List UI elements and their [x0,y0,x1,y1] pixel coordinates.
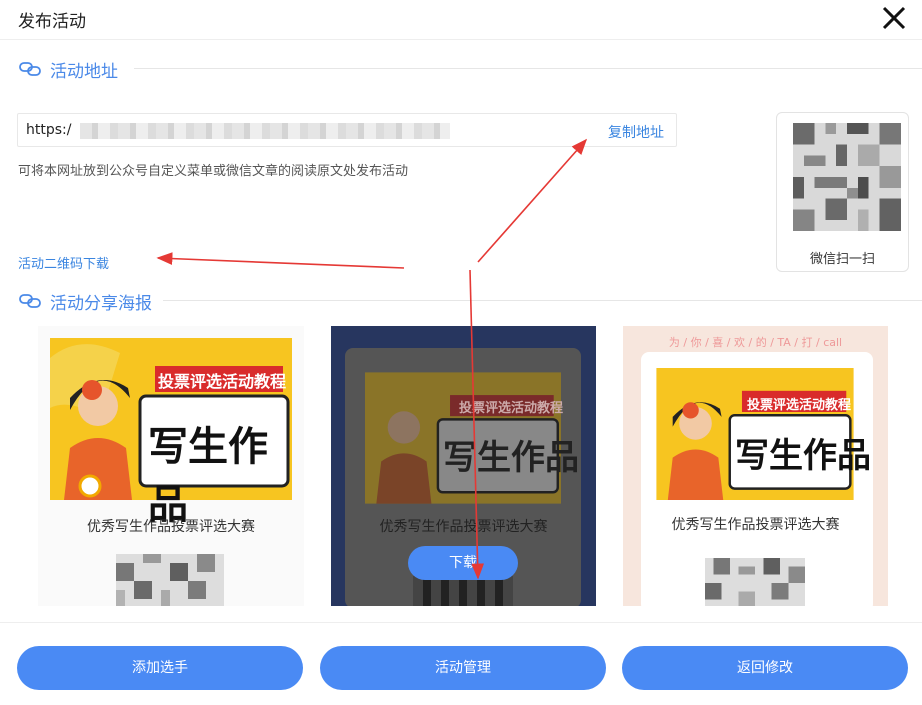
wechat-qr-card: 微信扫一扫 [776,112,909,272]
link-icon [19,294,41,308]
activity-url-field[interactable]: https:/ 复制地址 [17,113,677,147]
qr-download-link[interactable]: 活动二维码下载 [18,253,109,272]
arrow-to-qr-download [156,252,405,269]
dialog-header: 发布活动 [0,0,922,40]
poster-qr-code [705,558,805,606]
link-icon [19,62,41,76]
poster-headline: 写生作品 [148,424,268,528]
poster-section-label: 活动分享海报 [50,293,152,314]
address-hint: 可将本网址放到公众号自定义菜单或微信文章的阅读原文处发布活动 [18,164,409,179]
poster-title: 优秀写生作品投票评选大赛 [87,519,255,535]
url-redacted [80,123,450,139]
poster-card[interactable]: 为 / 你 / 喜 / 欢 / 的 / TA / 打 / call 投票评选活动… [623,326,888,606]
poster-qr-code [413,576,513,606]
dialog-footer: 添加选手 活动管理 返回修改 [0,622,922,705]
poster-section-heading: 活动分享海报 [18,288,922,314]
poster-headline: 写生作品 [443,438,579,478]
add-player-button[interactable]: 添加选手 [17,646,303,690]
poster-banner: 投票评选活动教程 [158,372,287,391]
close-icon[interactable] [878,2,910,34]
arrow-to-copy-address [477,138,588,263]
dialog-title: 发布活动 [18,12,86,32]
url-prefix: https:/ [26,122,72,138]
poster-title: 优秀写生作品投票评选大赛 [379,519,548,535]
poster-banner: 投票评选活动教程 [747,398,852,413]
copy-address-button[interactable]: 复制地址 [608,122,664,142]
poster-title: 优秀写生作品投票评选大赛 [671,517,840,533]
section-divider [134,68,922,69]
poster-headline: 写生作品 [735,436,871,476]
qr-code-image [793,123,901,231]
section-divider [163,300,922,301]
back-edit-button[interactable]: 返回修改 [622,646,908,690]
poster-top-text: 为 / 你 / 喜 / 欢 / 的 / TA / 打 / call [668,336,843,349]
poster-banner: 投票评选活动教程 [459,401,564,416]
address-section-heading: 活动地址 [18,56,922,82]
activity-manage-button[interactable]: 活动管理 [320,646,606,690]
poster-qr-code [116,554,224,606]
poster-card[interactable]: 投票评选活动教程 写生作品 优秀写生作品投票评选大赛 [38,326,304,606]
poster-download-button[interactable]: 下载 [408,546,518,580]
publish-dialog: 发布活动 活动地址 https:/ 复制地址 可将本网址放到公众号自定义菜单或微… [0,0,922,705]
address-section-label: 活动地址 [50,61,118,82]
qr-caption: 微信扫一扫 [809,252,875,267]
